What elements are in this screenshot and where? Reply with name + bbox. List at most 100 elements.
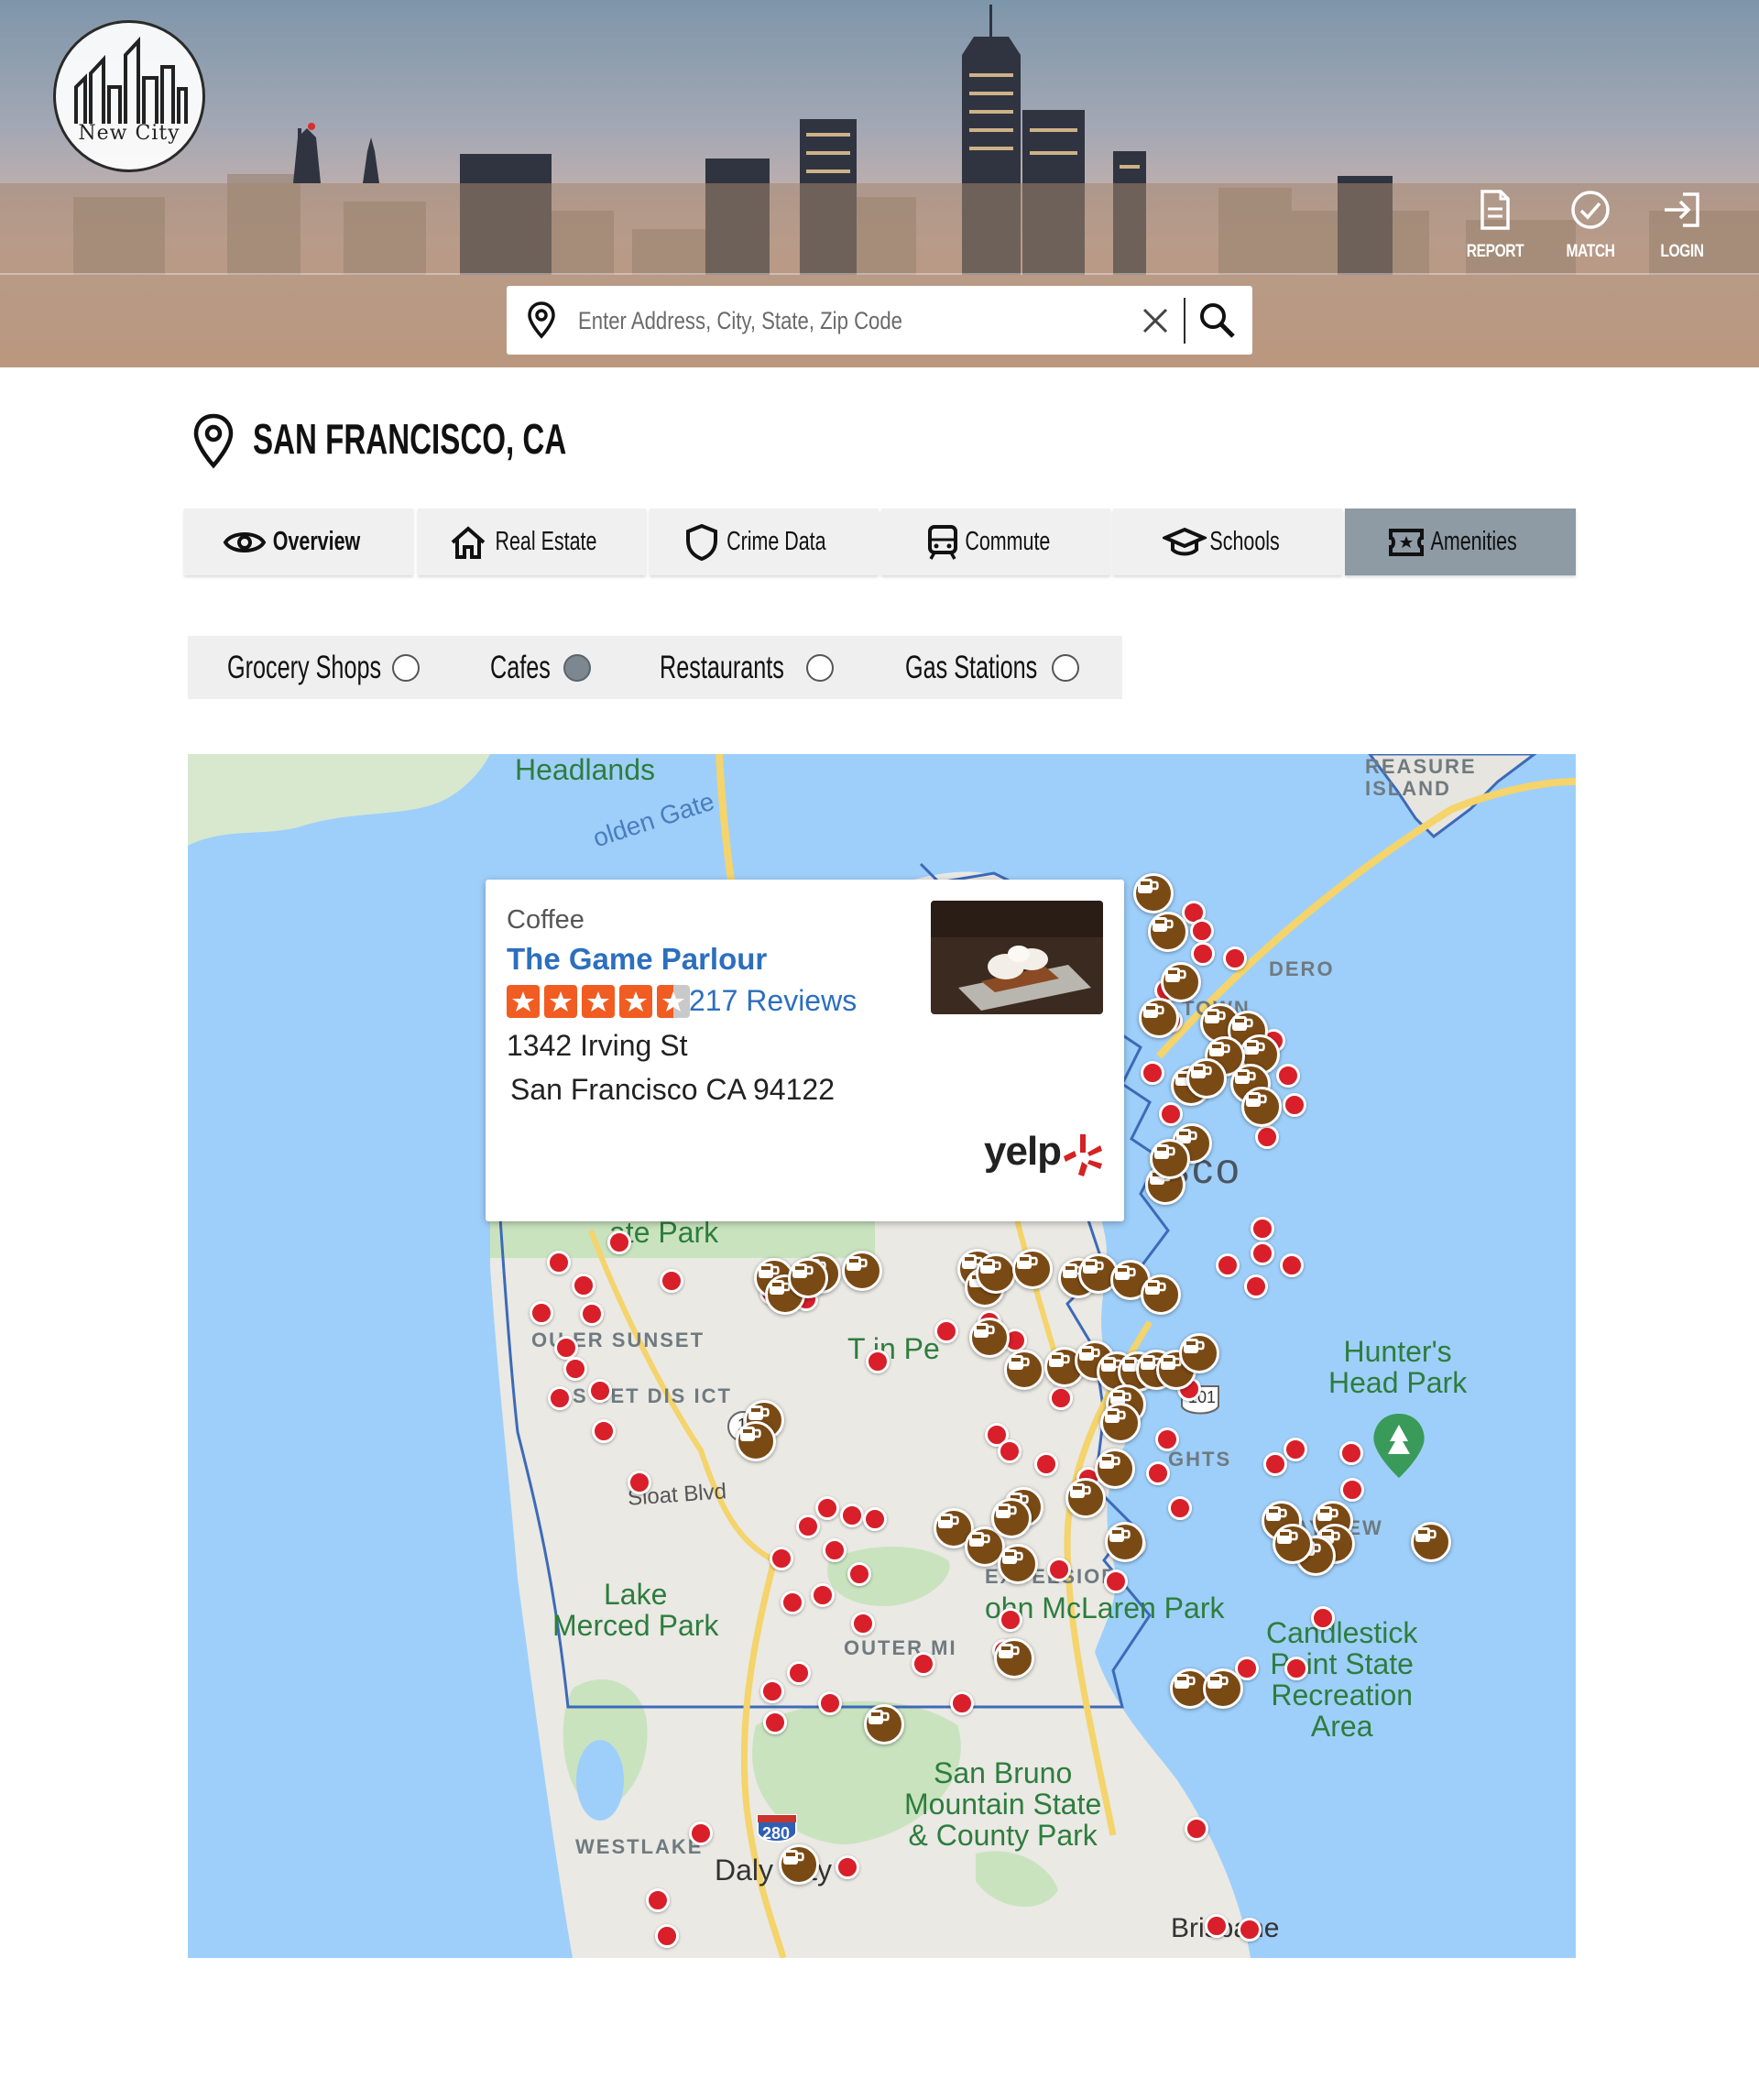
map-marker[interactable]	[787, 1661, 811, 1685]
map-marker[interactable]	[1191, 942, 1215, 966]
map-marker[interactable]	[628, 1471, 651, 1494]
cafe-marker[interactable]	[1105, 1522, 1145, 1562]
cafe-marker[interactable]	[1133, 873, 1174, 913]
map-marker[interactable]	[1340, 1478, 1364, 1502]
map-marker[interactable]	[1339, 1441, 1363, 1465]
map-marker[interactable]	[1251, 1241, 1274, 1265]
cafe-marker[interactable]	[1095, 1449, 1135, 1489]
map-marker[interactable]	[655, 1924, 679, 1948]
cafe-marker[interactable]	[1065, 1478, 1106, 1518]
map-marker[interactable]	[1049, 1386, 1073, 1410]
map-marker[interactable]	[1141, 1061, 1164, 1085]
filter-gas-stations[interactable]: Gas Stations	[905, 636, 1107, 699]
map-marker[interactable]	[1190, 919, 1214, 943]
cafe-marker[interactable]	[969, 1318, 1010, 1358]
map-marker[interactable]	[1283, 1093, 1306, 1117]
cafe-marker[interactable]	[1012, 1249, 1053, 1289]
map-marker[interactable]	[580, 1302, 604, 1326]
match-button[interactable]: MATCH	[1549, 189, 1632, 271]
map-marker[interactable]	[563, 1357, 587, 1381]
map-marker[interactable]	[548, 1386, 572, 1410]
map-marker[interactable]	[818, 1691, 842, 1715]
map-marker[interactable]	[847, 1562, 871, 1586]
map-marker[interactable]	[836, 1855, 859, 1879]
map-marker[interactable]	[1155, 1427, 1179, 1451]
map-marker[interactable]	[547, 1251, 571, 1274]
map-marker[interactable]	[1216, 1253, 1240, 1277]
map-marker[interactable]	[1311, 1606, 1335, 1630]
cafe-marker[interactable]	[1148, 912, 1188, 952]
cafe-marker[interactable]	[842, 1251, 882, 1291]
map-marker[interactable]	[1185, 1817, 1208, 1841]
cafe-marker[interactable]	[1273, 1524, 1313, 1564]
cafe-marker[interactable]	[1139, 998, 1179, 1038]
filter-cafes[interactable]: Cafes	[490, 636, 591, 699]
business-info-popup[interactable]: Coffee The Game Parlour 217 Reviews 1342…	[486, 880, 1124, 1221]
reviews-link[interactable]: 217 Reviews	[689, 984, 857, 1018]
map-marker[interactable]	[1047, 1558, 1071, 1581]
map-marker[interactable]	[999, 1608, 1022, 1632]
map-marker[interactable]	[1263, 1452, 1287, 1476]
map-marker[interactable]	[770, 1547, 793, 1570]
address-search-input[interactable]	[578, 295, 969, 346]
map-marker[interactable]	[1284, 1438, 1307, 1461]
filter-grocery-shops[interactable]: Grocery Shops	[227, 636, 420, 699]
cafe-marker[interactable]	[779, 1844, 819, 1885]
clear-search-button[interactable]	[1137, 302, 1174, 339]
map-marker[interactable]	[1284, 1657, 1308, 1680]
map-marker[interactable]	[607, 1230, 631, 1254]
cafe-marker[interactable]	[1179, 1333, 1219, 1373]
cafe-marker[interactable]	[1411, 1522, 1451, 1562]
cafe-marker[interactable]	[991, 1498, 1032, 1538]
gas-stations-radio[interactable]	[1052, 654, 1079, 682]
cafe-marker[interactable]	[736, 1421, 776, 1461]
map-marker[interactable]	[912, 1652, 935, 1676]
map-marker[interactable]	[934, 1319, 958, 1343]
map-marker[interactable]	[1034, 1452, 1058, 1476]
map-marker[interactable]	[796, 1515, 820, 1538]
map-marker[interactable]	[646, 1888, 670, 1912]
cafe-marker[interactable]	[1150, 1139, 1190, 1179]
map-marker[interactable]	[572, 1274, 595, 1297]
restaurants-radio[interactable]	[806, 654, 834, 682]
map-marker[interactable]	[823, 1538, 847, 1562]
business-name-link[interactable]: The Game Parlour	[507, 942, 767, 977]
map-marker[interactable]	[950, 1691, 974, 1715]
new-city-logo[interactable]: New City	[53, 20, 205, 172]
cafe-marker[interactable]	[998, 1544, 1038, 1584]
map-marker[interactable]	[815, 1496, 839, 1520]
filter-restaurants[interactable]: Restaurants	[660, 636, 843, 699]
cafe-marker[interactable]	[1100, 1403, 1141, 1443]
map-marker[interactable]	[781, 1591, 804, 1614]
map-marker[interactable]	[1159, 1102, 1183, 1126]
report-button[interactable]: REPORT	[1454, 189, 1536, 271]
cafe-marker[interactable]	[1203, 1668, 1243, 1709]
cafes-radio[interactable]	[563, 654, 591, 682]
map-marker[interactable]	[763, 1711, 787, 1734]
cafe-marker[interactable]	[1161, 962, 1201, 1002]
map-marker[interactable]	[1104, 1570, 1128, 1593]
map-marker[interactable]	[1255, 1125, 1279, 1149]
tab-amenities[interactable]: Amenities	[1345, 509, 1576, 575]
map-marker[interactable]	[866, 1350, 890, 1373]
map-marker[interactable]	[1205, 1914, 1229, 1938]
cafe-marker[interactable]	[1241, 1087, 1282, 1127]
tab-crime-data[interactable]: Crime Data	[650, 509, 879, 575]
search-button[interactable]	[1196, 299, 1240, 343]
cafe-marker[interactable]	[994, 1638, 1034, 1679]
tab-overview[interactable]: Overview	[184, 509, 413, 575]
map-marker[interactable]	[760, 1679, 784, 1703]
map-marker[interactable]	[689, 1821, 713, 1845]
cafe-marker[interactable]	[1141, 1274, 1181, 1315]
map-marker[interactable]	[1251, 1217, 1274, 1241]
yelp-logo[interactable]: yelp	[984, 1129, 1062, 1175]
cafe-marker[interactable]	[976, 1253, 1016, 1294]
map-marker[interactable]	[660, 1269, 683, 1293]
cafe-marker[interactable]	[1004, 1350, 1044, 1390]
map-marker[interactable]	[998, 1439, 1022, 1463]
map-marker[interactable]	[1223, 946, 1247, 970]
map-marker[interactable]	[1280, 1253, 1304, 1277]
cafe-marker[interactable]	[788, 1258, 828, 1298]
map-marker[interactable]	[851, 1612, 875, 1635]
map-marker[interactable]	[592, 1419, 616, 1443]
